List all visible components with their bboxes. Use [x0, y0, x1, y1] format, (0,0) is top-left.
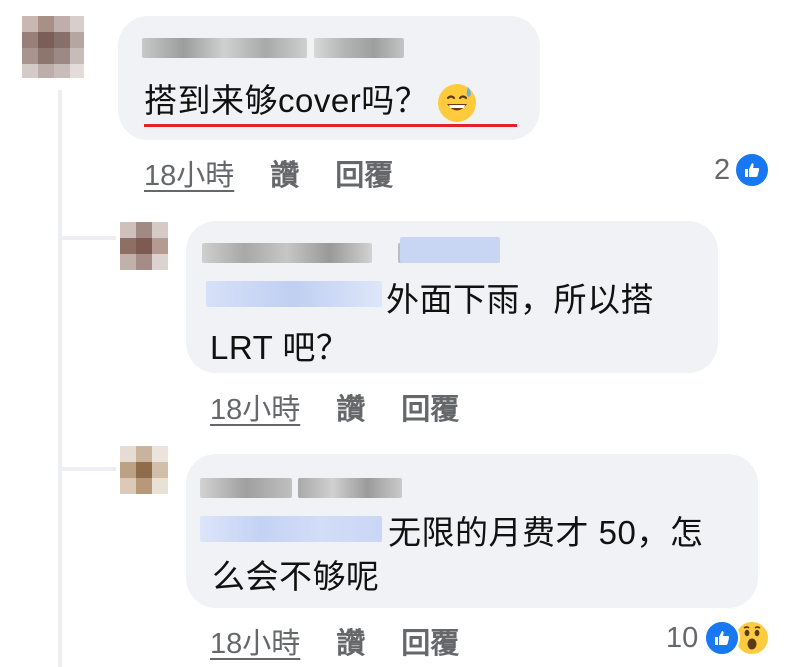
reply-button[interactable]: 回覆 [335, 152, 393, 194]
comment-text-line: 么会不够呢 [212, 558, 380, 595]
like-button[interactable]: 讚 [336, 386, 365, 428]
avatar[interactable] [22, 16, 84, 78]
comment-text-line: 搭到来够cover吗？ [144, 82, 429, 119]
comment-timestamp[interactable]: 18小時 [144, 152, 234, 194]
comment-timestamp[interactable]: 18小時 [210, 620, 300, 662]
mention-blurred[interactable] [206, 281, 382, 307]
like-button[interactable]: 讚 [270, 152, 299, 194]
thread-connector [58, 467, 116, 471]
comment-text-line: LRT 吧？ [210, 329, 350, 366]
author-name-blurred[interactable] [200, 478, 292, 498]
mention-blurred[interactable] [200, 516, 382, 542]
comment-actions: 18小時 讚 回覆 [210, 620, 459, 662]
comment-text-line: 外面下雨，所以搭 [386, 281, 654, 318]
comment-actions: 18小時 讚 回覆 [210, 386, 459, 428]
comment-bubble: 无限的月费才 50，怎 么会不够呢 [186, 454, 758, 608]
highlight-underline [144, 124, 517, 127]
comment-bubble: 搭到来够cover吗？ [118, 16, 540, 140]
comment-actions: 18小時 讚 回覆 [144, 152, 393, 194]
grinning-sweat-emoji-icon [437, 84, 476, 123]
like-icon [704, 620, 741, 656]
comment-bubble: 外面下雨，所以搭 LRT 吧？ [186, 221, 718, 373]
reaction-count: 10 [666, 621, 699, 654]
reply-button[interactable]: 回覆 [401, 386, 459, 428]
comment-text: 搭到来够cover吗？ [144, 78, 476, 124]
mention-blurred[interactable] [400, 237, 500, 263]
thread-line [58, 90, 62, 667]
author-name-blurred[interactable] [298, 478, 402, 498]
reaction-summary[interactable]: 2 [714, 152, 771, 188]
avatar[interactable] [120, 222, 168, 270]
reply-button[interactable]: 回覆 [401, 620, 459, 662]
reaction-count: 2 [714, 153, 731, 186]
comment-text-line: 无限的月费才 50，怎 [388, 514, 704, 551]
reaction-summary[interactable]: 10 [666, 620, 771, 656]
like-button[interactable]: 讚 [336, 620, 365, 662]
like-icon [734, 152, 771, 188]
thread-connector [58, 236, 116, 240]
author-name-blurred[interactable] [314, 38, 404, 58]
comment-timestamp[interactable]: 18小時 [210, 386, 300, 428]
author-name-blurred[interactable] [202, 243, 372, 263]
author-name-blurred[interactable] [142, 38, 307, 58]
avatar[interactable] [120, 446, 168, 494]
